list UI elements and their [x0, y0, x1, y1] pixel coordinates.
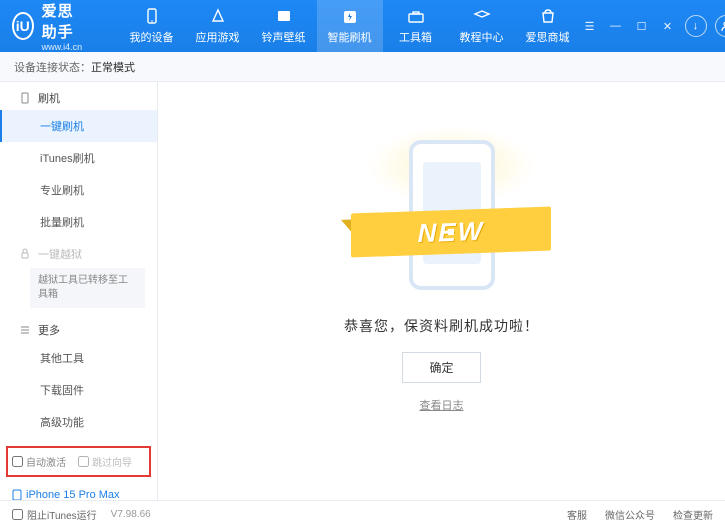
phone-small-icon: [12, 489, 22, 500]
nav-my-device[interactable]: 我的设备: [119, 0, 185, 52]
nav-apps[interactable]: 应用游戏: [185, 0, 251, 52]
nav-tutorial[interactable]: 教程中心: [449, 0, 515, 52]
options-box: 自动激活 跳过向导: [6, 446, 151, 477]
lock-icon: [18, 247, 32, 261]
sidebar-jailbreak-note[interactable]: 越狱工具已转移至工具箱: [30, 268, 145, 308]
app-url: www.i4.cn: [42, 42, 89, 52]
sidebar-section-jailbreak: 一键越狱: [0, 238, 157, 266]
download-icon[interactable]: ↓: [685, 15, 707, 37]
maximize-button[interactable]: ☐: [633, 17, 651, 35]
menu-icon[interactable]: ☰: [581, 17, 599, 35]
auto-activate-checkbox[interactable]: 自动激活: [12, 454, 66, 469]
sidebar-item-other[interactable]: 其他工具: [0, 342, 157, 374]
app-logo: iU 爱思助手 www.i4.cn: [12, 0, 89, 52]
status-label: 设备连接状态：: [14, 59, 91, 75]
device-icon: [142, 7, 162, 27]
nav-toolbox[interactable]: 工具箱: [383, 0, 449, 52]
more-icon: [18, 323, 32, 337]
success-illustration: NEW: [337, 122, 547, 302]
sidebar-item-batch[interactable]: 批量刷机: [0, 206, 157, 238]
device-info[interactable]: iPhone 15 Pro Max 512GB iPhone: [0, 485, 157, 500]
wallpaper-icon: [274, 7, 294, 27]
close-button[interactable]: ✕: [659, 17, 677, 35]
tutorial-icon: [472, 7, 492, 27]
apps-icon: [208, 7, 228, 27]
status-value: 正常模式: [91, 59, 135, 75]
nav-flash[interactable]: 智能刷机: [317, 0, 383, 52]
version-label: V7.98.66: [111, 509, 151, 520]
footer-update-link[interactable]: 检查更新: [673, 507, 713, 522]
status-bar: 设备连接状态： 正常模式: [0, 52, 725, 82]
sidebar-item-download[interactable]: 下载固件: [0, 374, 157, 406]
device-name: iPhone 15 Pro Max: [12, 489, 145, 500]
nav-ringtone[interactable]: 铃声壁纸: [251, 0, 317, 52]
footer-wechat-link[interactable]: 微信公众号: [605, 507, 655, 522]
footer-support-link[interactable]: 客服: [567, 507, 587, 522]
logo-icon: iU: [12, 12, 34, 40]
ok-button[interactable]: 确定: [402, 352, 480, 383]
app-title: 爱思助手: [42, 0, 89, 42]
success-message: 恭喜您，保资料刷机成功啦！: [344, 316, 539, 336]
flash-icon: [340, 7, 360, 27]
phone-icon: [18, 91, 32, 105]
sidebar-item-advanced[interactable]: 高级功能: [0, 406, 157, 438]
sidebar-item-onekey[interactable]: 一键刷机: [0, 110, 157, 142]
user-icon[interactable]: [715, 15, 725, 37]
sidebar-item-pro[interactable]: 专业刷机: [0, 174, 157, 206]
view-log-link[interactable]: 查看日志: [420, 397, 464, 413]
sidebar-section-more[interactable]: 更多: [0, 314, 157, 342]
sidebar-section-flash[interactable]: 刷机: [0, 82, 157, 110]
new-banner: NEW: [351, 207, 551, 258]
minimize-button[interactable]: —: [607, 17, 625, 35]
toolbox-icon: [406, 7, 426, 27]
nav-mall[interactable]: 爱思商城: [515, 0, 581, 52]
block-itunes-checkbox[interactable]: 阻止iTunes运行: [12, 507, 97, 522]
sidebar-item-itunes[interactable]: iTunes刷机: [0, 142, 157, 174]
mall-icon: [538, 7, 558, 27]
skip-guide-checkbox[interactable]: 跳过向导: [78, 454, 132, 469]
